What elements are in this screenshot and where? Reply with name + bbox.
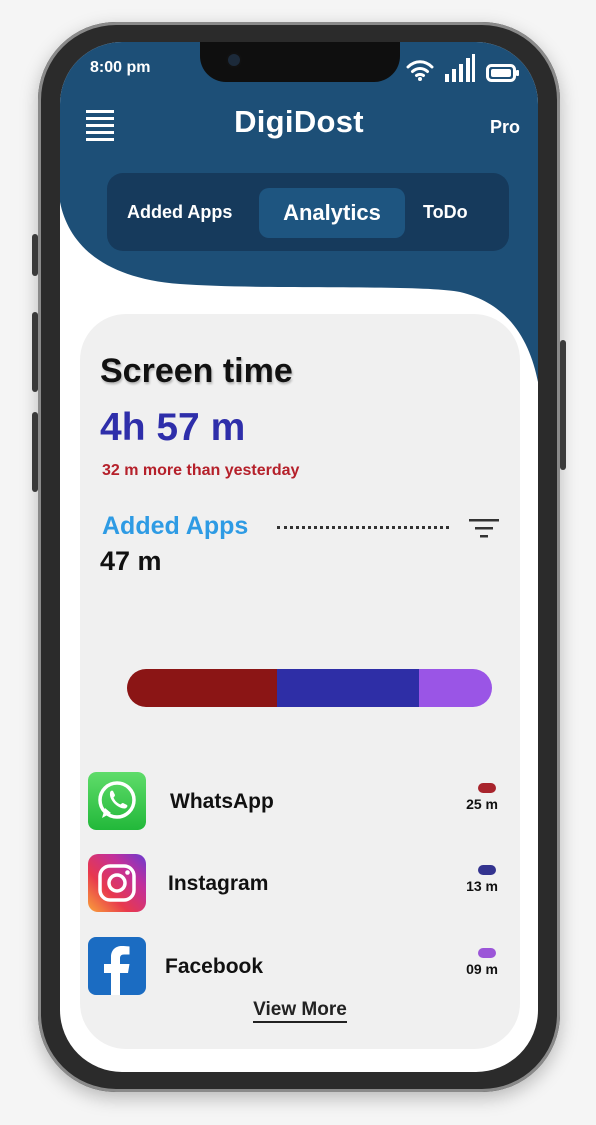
usage-segment-instagram: [276, 669, 419, 707]
app-name-whatsapp: WhatsApp: [170, 790, 274, 813]
app-name-instagram: Instagram: [168, 872, 269, 895]
screen-time-value: 4h 57 m: [100, 406, 246, 449]
side-button-left-1: [32, 234, 38, 276]
tab-added-apps[interactable]: Added Apps: [127, 202, 232, 223]
tab-todo[interactable]: ToDo: [423, 202, 468, 223]
app-row-instagram[interactable]: Instagram 13 m: [88, 854, 518, 916]
app-row-whatsapp[interactable]: WhatsApp 25 m: [88, 772, 518, 834]
screen-time-delta: 32 m more than yesterday: [102, 462, 300, 479]
facebook-icon: [88, 937, 146, 995]
side-button-right: [560, 340, 566, 470]
app-color-pill-facebook: [478, 948, 496, 958]
analytics-card: Screen time 4h 57 m 32 m more than yeste…: [80, 314, 520, 1049]
side-button-left-2: [32, 312, 38, 392]
usage-bar: [127, 669, 492, 707]
usage-segment-whatsapp: [127, 669, 277, 707]
whatsapp-icon: [88, 772, 146, 830]
status-icons: [406, 54, 520, 82]
front-camera: [228, 54, 240, 66]
app-time-whatsapp: 25 m: [466, 796, 498, 812]
app-color-pill-whatsapp: [478, 783, 496, 793]
app-color-pill-instagram: [478, 865, 496, 875]
filter-icon[interactable]: [468, 516, 500, 542]
added-apps-total: 47 m: [100, 546, 162, 576]
view-more-label: View More: [253, 999, 347, 1023]
signal-icon: [445, 54, 475, 82]
usage-segment-facebook: [418, 669, 492, 707]
app-time-instagram: 13 m: [466, 878, 498, 894]
instagram-icon: [88, 854, 146, 912]
added-apps-label: Added Apps: [102, 512, 249, 540]
phone-screen: 8:00 pm DigiDost Pro Added Apps Analytic…: [60, 42, 538, 1072]
app-title: DigiDost: [234, 104, 364, 139]
side-button-left-3: [32, 412, 38, 492]
status-time: 8:00 pm: [90, 59, 151, 76]
wifi-icon: [406, 60, 434, 81]
screen-time-title: Screen time: [100, 352, 293, 390]
pro-button[interactable]: Pro: [490, 117, 520, 138]
app-time-facebook: 09 m: [466, 961, 498, 977]
dotted-divider: [277, 526, 449, 529]
app-name-facebook: Facebook: [165, 955, 264, 978]
view-more-link[interactable]: View More: [80, 999, 520, 1023]
tab-analytics[interactable]: Analytics: [259, 188, 405, 238]
tab-bar: Added Apps Analytics ToDo: [107, 173, 509, 251]
battery-icon: [486, 64, 519, 82]
app-row-facebook[interactable]: Facebook 09 m: [88, 937, 518, 999]
